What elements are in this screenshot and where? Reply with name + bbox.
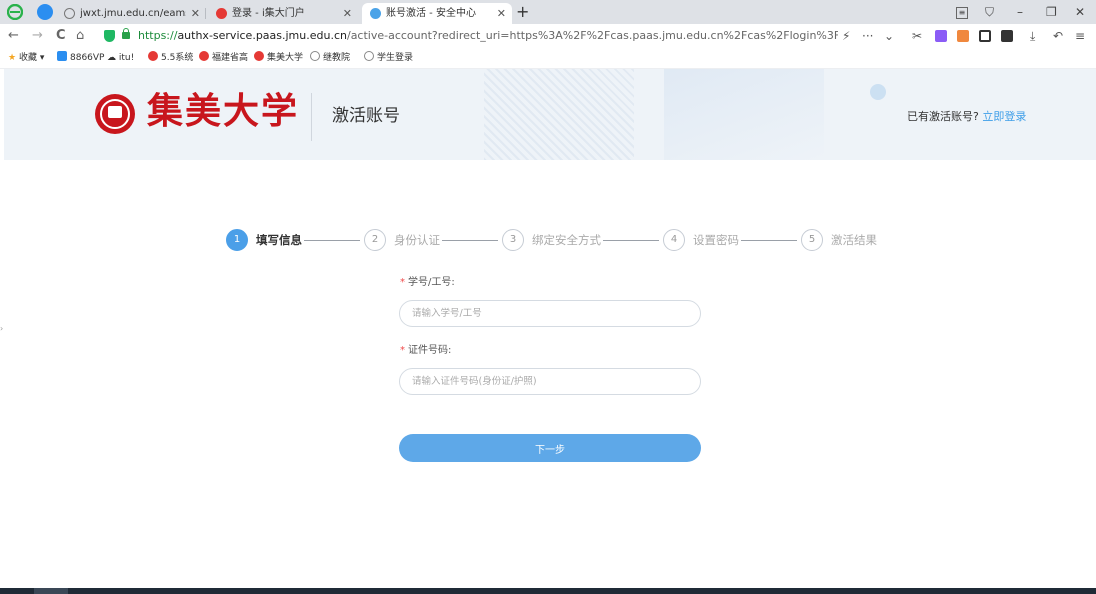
scissors-icon[interactable]: ✂ bbox=[912, 28, 922, 44]
chevron-down-icon[interactable]: ⌄ bbox=[884, 28, 894, 44]
apps-grid-icon[interactable] bbox=[1001, 30, 1013, 42]
home-button[interactable]: ⌂ bbox=[76, 27, 84, 45]
browser-logo-icon[interactable] bbox=[7, 4, 23, 20]
start-button[interactable] bbox=[34, 588, 68, 594]
page-title: 激活账号 bbox=[332, 106, 400, 126]
step-label: 设置密码 bbox=[693, 233, 739, 247]
telegram-icon[interactable] bbox=[37, 4, 53, 20]
step-number: 2 bbox=[364, 229, 386, 251]
globe-icon bbox=[364, 51, 374, 61]
screenshot-icon[interactable] bbox=[979, 30, 991, 42]
login-prompt-text: 已有激活账号? bbox=[907, 110, 979, 123]
next-step-button[interactable]: 下一步 bbox=[399, 434, 701, 462]
university-name-logo: 集美大学 bbox=[147, 90, 300, 132]
id-number-label: * 证件号码: bbox=[400, 345, 452, 356]
address-bar[interactable]: https://authx-service.paas.jmu.edu.cn/ac… bbox=[100, 26, 900, 46]
metamask-icon[interactable] bbox=[957, 30, 969, 42]
menu-icon[interactable]: ≡ bbox=[1075, 28, 1085, 44]
bookmark-jmu[interactable]: 集美大学 bbox=[254, 51, 303, 65]
extension-icon[interactable] bbox=[935, 30, 947, 42]
header-divider bbox=[311, 93, 312, 141]
step-label: 激活结果 bbox=[831, 233, 877, 247]
browser-toolbar: ← → C ⌂ https://authx-service.paas.jmu.e… bbox=[0, 24, 1096, 48]
undo-icon[interactable]: ↶ bbox=[1053, 28, 1063, 44]
cloud-icon: ☁ bbox=[107, 53, 116, 63]
tab-title: 账号激活 - 安全中心 bbox=[386, 8, 476, 19]
step-number: 1 bbox=[226, 229, 248, 251]
globe-icon bbox=[310, 51, 320, 61]
step-connector bbox=[442, 240, 498, 241]
university-seal-logo bbox=[95, 94, 135, 134]
circle-icon bbox=[199, 51, 209, 61]
step-label: 身份认证 bbox=[394, 233, 440, 247]
browser-tab-strip: jwxt.jmu.edu.cn/eams/course ✕ 登录 - i集大门户… bbox=[0, 0, 1096, 24]
tab-login-portal[interactable]: 登录 - i集大门户 ✕ bbox=[208, 3, 358, 24]
tab-jwxt[interactable]: jwxt.jmu.edu.cn/eams/course ✕ bbox=[56, 3, 206, 24]
sidebar-handle[interactable]: › bbox=[0, 324, 3, 333]
lock-icon[interactable] bbox=[122, 28, 130, 39]
header-decoration bbox=[664, 69, 824, 160]
bookmark-favorites[interactable]: ★ 收藏 ▾ bbox=[8, 51, 44, 65]
step-label: 填写信息 bbox=[256, 233, 302, 247]
globe-icon bbox=[64, 8, 75, 19]
download-icon[interactable]: ⤓ bbox=[1030, 28, 1035, 44]
tab-title: jwxt.jmu.edu.cn/eams/course bbox=[80, 8, 186, 19]
circle-icon bbox=[254, 51, 264, 61]
step-label: 绑定安全方式 bbox=[532, 233, 601, 247]
login-prompt: 已有激活账号? 立即登录 bbox=[907, 109, 1026, 125]
required-mark: * bbox=[400, 277, 405, 288]
required-mark: * bbox=[400, 345, 405, 356]
bookmark-55-system[interactable]: 5.5系统 bbox=[148, 51, 193, 65]
new-tab-button[interactable]: + bbox=[516, 2, 529, 22]
jmu-favicon-icon bbox=[216, 8, 227, 19]
bookmark-8866vp[interactable]: 8866VP bbox=[57, 51, 105, 65]
step-number: 4 bbox=[663, 229, 685, 251]
tab-account-activation[interactable]: 账号激活 - 安全中心 ✕ bbox=[362, 3, 512, 24]
step-number: 3 bbox=[502, 229, 524, 251]
more-icon[interactable]: ··· bbox=[862, 28, 873, 44]
student-id-label: * 学号/工号: bbox=[400, 277, 455, 288]
step-connector bbox=[741, 240, 797, 241]
bookmark-itu[interactable]: ☁ itu! bbox=[107, 51, 134, 65]
circle-icon bbox=[148, 51, 158, 61]
bookmark-student-login[interactable]: 学生登录 bbox=[364, 51, 413, 65]
bookmark-fujian[interactable]: 福建省高 bbox=[199, 51, 248, 65]
student-id-input[interactable] bbox=[399, 300, 701, 327]
step-number: 5 bbox=[801, 229, 823, 251]
tab-title: 登录 - i集大门户 bbox=[232, 8, 305, 19]
step-connector bbox=[304, 240, 360, 241]
taskbar bbox=[0, 588, 1096, 594]
shield-icon[interactable] bbox=[104, 30, 115, 42]
minimize-button[interactable]: – bbox=[1017, 3, 1023, 21]
page-header: 集美大学 激活账号 已有激活账号? 立即登录 bbox=[4, 69, 1096, 160]
shirt-skin-icon[interactable]: ⛉ bbox=[985, 3, 994, 21]
restore-button[interactable]: ❐ bbox=[1046, 3, 1057, 21]
lightning-icon[interactable]: ⚡ bbox=[842, 28, 850, 44]
login-now-link[interactable]: 立即登录 bbox=[982, 110, 1026, 123]
close-tab-icon[interactable]: ✕ bbox=[343, 3, 352, 24]
close-tab-icon[interactable]: ✕ bbox=[497, 3, 506, 24]
step-connector bbox=[603, 240, 659, 241]
header-decoration bbox=[870, 84, 886, 100]
back-button[interactable]: ← bbox=[8, 27, 19, 45]
bookmark-continuing-ed[interactable]: 继教院 bbox=[310, 51, 350, 65]
star-icon: ★ bbox=[8, 53, 17, 63]
close-tab-icon[interactable]: ✕ bbox=[191, 3, 200, 24]
id-number-input[interactable] bbox=[399, 368, 701, 395]
url-text[interactable]: https://authx-service.paas.jmu.edu.cn/ac… bbox=[138, 26, 838, 46]
header-decoration bbox=[484, 69, 634, 160]
r-icon bbox=[57, 51, 67, 61]
reader-icon[interactable]: ≡ bbox=[956, 7, 968, 19]
close-window-button[interactable]: ✕ bbox=[1075, 3, 1085, 21]
gear-icon bbox=[370, 8, 381, 19]
reload-button[interactable]: C bbox=[56, 27, 66, 45]
bookmarks-bar: ★ 收藏 ▾ 8866VP ☁ itu! 5.5系统 福建省高 集美大学 继教院… bbox=[0, 48, 1096, 69]
forward-button[interactable]: → bbox=[32, 27, 43, 45]
